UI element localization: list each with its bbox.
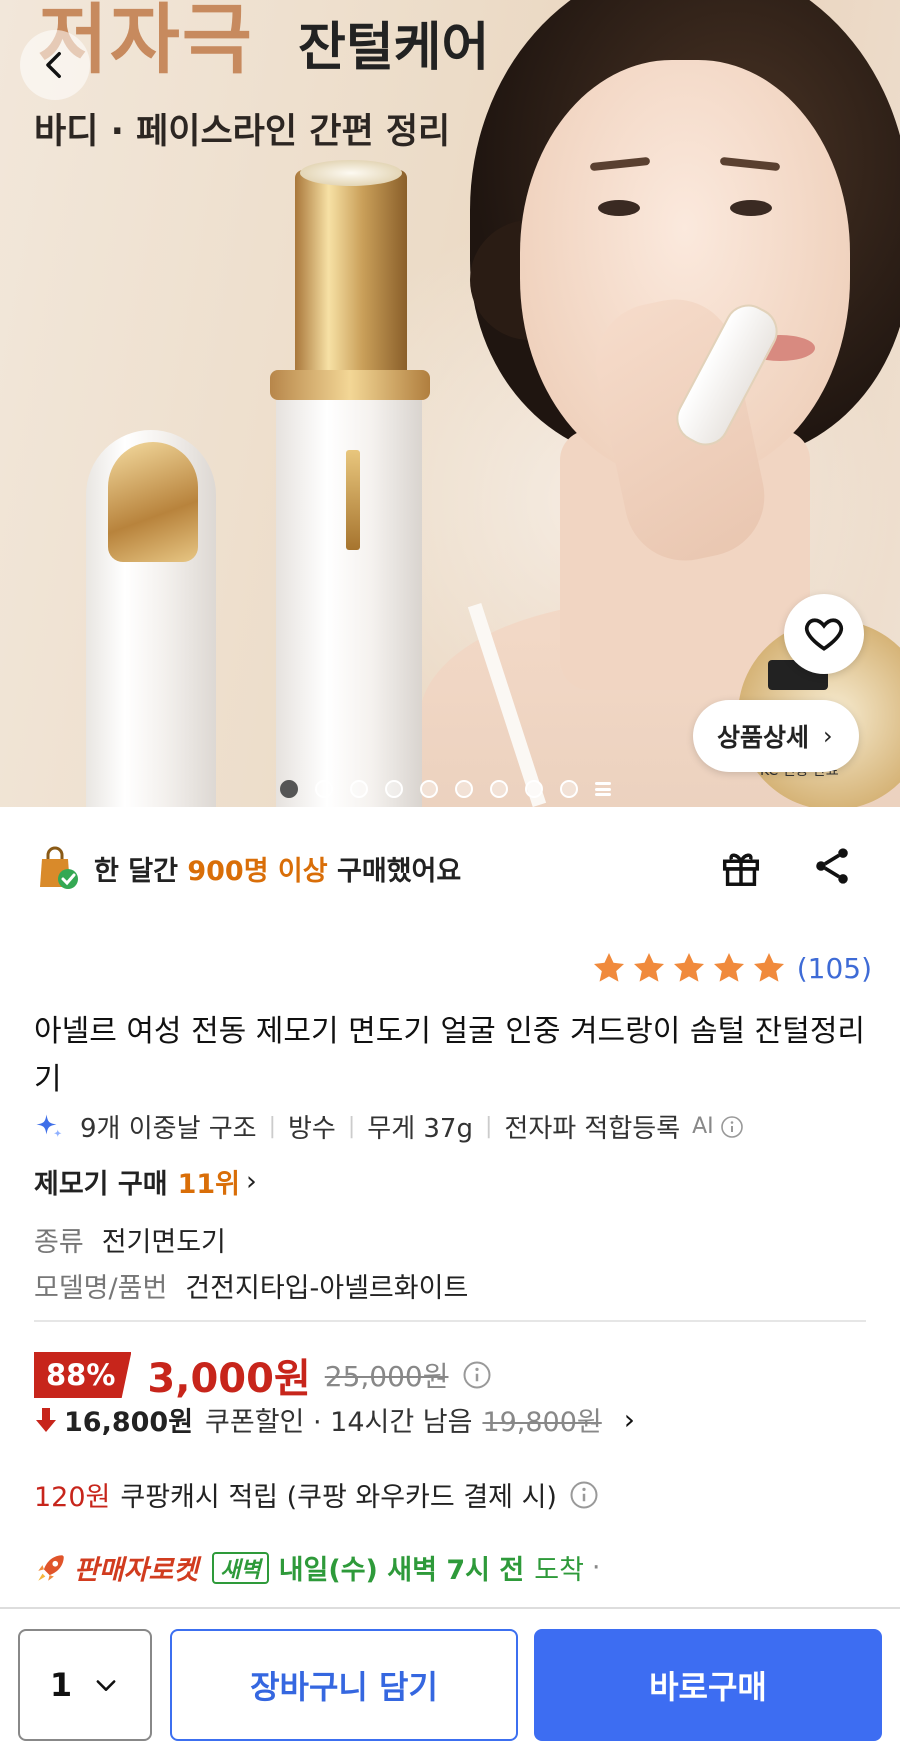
original-price: 25,000원 (324, 1360, 449, 1393)
heart-icon (804, 618, 844, 651)
star-icon (713, 953, 744, 982)
model-eye (730, 200, 772, 216)
trimmer-head (295, 170, 407, 400)
spec-item: 전자파 적합등록 (504, 1114, 681, 1144)
coupon-original-price: 19,800원 (482, 1407, 602, 1438)
carousel-dot[interactable] (315, 780, 333, 798)
review-count-link[interactable]: (105) (797, 952, 872, 985)
shopping-bag-icon (34, 845, 80, 891)
info-icon (720, 1115, 743, 1138)
chevron-right-icon: › (623, 1403, 635, 1436)
star-rating (591, 950, 787, 986)
carousel-dot[interactable] (560, 780, 578, 798)
product-specs: 9개 이중날 구조 | 방수 | 무게 37g | 전자파 적합등록 AI (34, 1108, 874, 1145)
cashback-amount: 120원 (34, 1482, 111, 1513)
coupon-price: 16,800원 (64, 1407, 194, 1438)
trimmer-cap (86, 430, 216, 807)
hero-subheadline: 바디 · 페이스라인 간편 정리 (34, 112, 451, 152)
ai-info[interactable]: AI (692, 1114, 744, 1139)
spec-item: 무게 37g (367, 1114, 473, 1144)
add-to-cart-button[interactable]: 장바구니 담기 (170, 1629, 518, 1741)
cashback-row: 120원 쿠팡캐시 적립 (쿠팡 와우카드 결제 시) (34, 1475, 599, 1514)
discount-badge: 88% (34, 1352, 132, 1398)
hero-headline: 잔털케어 (298, 18, 490, 78)
dawn-delivery-badge: 새벽 (212, 1551, 269, 1584)
chevron-right-icon: › (246, 1166, 257, 1197)
product-image-carousel[interactable]: KC 인증 완료 저자극 잔털케어 바디 · 페이스라인 간편 정리 상품상세 … (0, 0, 900, 807)
chevron-left-icon (46, 51, 61, 79)
wishlist-button[interactable] (784, 594, 864, 674)
carousel-dot[interactable] (455, 780, 473, 798)
carousel-dot[interactable] (420, 780, 438, 798)
trimmer-body (276, 370, 422, 807)
coupon-label: 쿠폰할인 · 14시간 남음 (205, 1407, 473, 1438)
seller-rocket-label: 판매자로켓 (74, 1555, 199, 1586)
carousel-dot[interactable] (525, 780, 543, 798)
back-button[interactable] (20, 30, 90, 100)
star-icon (673, 953, 704, 982)
purchase-count-banner: 한 달간 900명 이상 구매했어요 (34, 838, 874, 898)
carousel-dot[interactable] (490, 780, 508, 798)
spec-item: 9개 이중날 구조 (80, 1114, 257, 1144)
category-rank-link[interactable]: 제모기 구매 11위 › (34, 1162, 257, 1201)
rocket-icon (38, 1554, 64, 1581)
info-icon[interactable] (569, 1480, 599, 1510)
carousel-dot[interactable] (385, 780, 403, 798)
divider (34, 1320, 866, 1322)
info-icon[interactable] (462, 1360, 492, 1390)
delivery-eta: 내일(수) 새벽 7시 전 (278, 1555, 525, 1586)
carousel-dot[interactable] (280, 780, 298, 798)
chevron-right-icon: › (823, 722, 833, 750)
star-icon (633, 953, 664, 982)
star-icon (593, 953, 624, 982)
buy-now-button[interactable]: 바로구매 (534, 1629, 882, 1741)
carousel-more-icon (595, 782, 611, 796)
product-title: 아넬르 여성 전동 제모기 면도기 얼굴 인중 겨드랑이 솜털 잔털정리기 (34, 1014, 866, 1097)
price-block: 88% 3,000원 25,000원 (34, 1346, 492, 1404)
chevron-down-icon (96, 1680, 116, 1691)
sparkle-icon (36, 1114, 62, 1137)
star-icon (753, 953, 784, 982)
bottom-action-bar: 1 장바구니 담기 바로구매 (0, 1607, 900, 1755)
down-arrow-icon (36, 1407, 56, 1432)
cashback-label: 쿠팡캐시 적립 (쿠팡 와우카드 결제 시) (120, 1482, 557, 1513)
attribute-model: 모델명/품번 건전지타입-아넬르화이트 (34, 1273, 469, 1304)
gift-icon[interactable] (718, 844, 764, 890)
spec-item: 방수 (288, 1114, 336, 1144)
share-icon[interactable] (810, 844, 854, 888)
sale-price: 3,000원 (147, 1356, 311, 1402)
attribute-type: 종류 전기면도기 (34, 1227, 226, 1258)
carousel-indicator (280, 780, 611, 798)
coupon-discount-row[interactable]: 16,800원 쿠폰할인 · 14시간 남음 19,800원 › (34, 1400, 635, 1439)
product-detail-button[interactable]: 상품상세 › (693, 700, 859, 772)
rating-summary[interactable]: (105) (591, 950, 872, 986)
carousel-dot[interactable] (350, 780, 368, 798)
delivery-info: 판매자로켓 새벽 내일(수) 새벽 7시 전 도착 · (34, 1548, 601, 1587)
quantity-select[interactable]: 1 (18, 1629, 152, 1741)
model-eye (598, 200, 640, 216)
